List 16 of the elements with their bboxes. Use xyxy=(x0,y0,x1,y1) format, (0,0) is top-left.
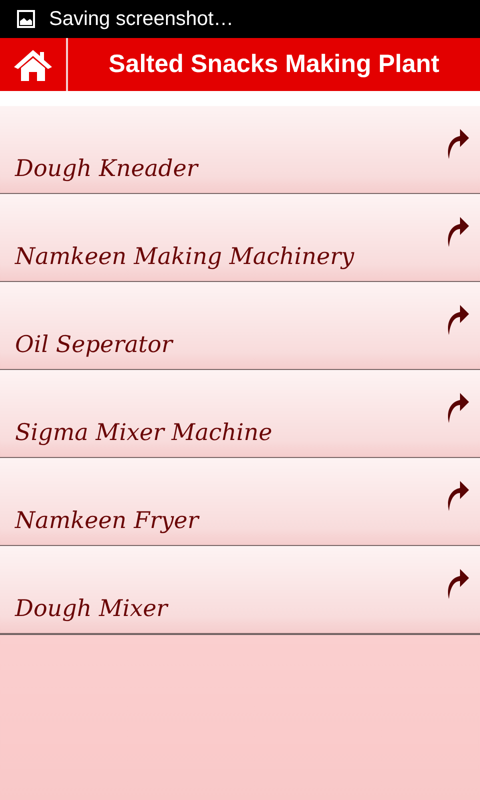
curved-arrow-icon xyxy=(446,302,470,336)
list-item[interactable]: Dough Mixer xyxy=(0,546,480,634)
picture-icon xyxy=(17,10,35,28)
home-icon xyxy=(13,48,53,82)
list-item[interactable]: Namkeen Making Machinery xyxy=(0,194,480,282)
list-item[interactable]: Oil Seperator xyxy=(0,282,480,370)
list-item[interactable]: Dough Kneader xyxy=(0,106,480,194)
list-item[interactable]: Namkeen Fryer xyxy=(0,458,480,546)
curved-arrow-icon xyxy=(446,390,470,424)
curved-arrow-icon xyxy=(446,478,470,512)
list-item[interactable]: Sigma Mixer Machine xyxy=(0,370,480,458)
curved-arrow-icon xyxy=(446,126,470,160)
curved-arrow-icon xyxy=(446,214,470,248)
curved-arrow-icon xyxy=(446,566,470,600)
notification-text: Saving screenshot… xyxy=(49,8,234,30)
app-title: Salted Snacks Making Plant xyxy=(108,50,440,79)
